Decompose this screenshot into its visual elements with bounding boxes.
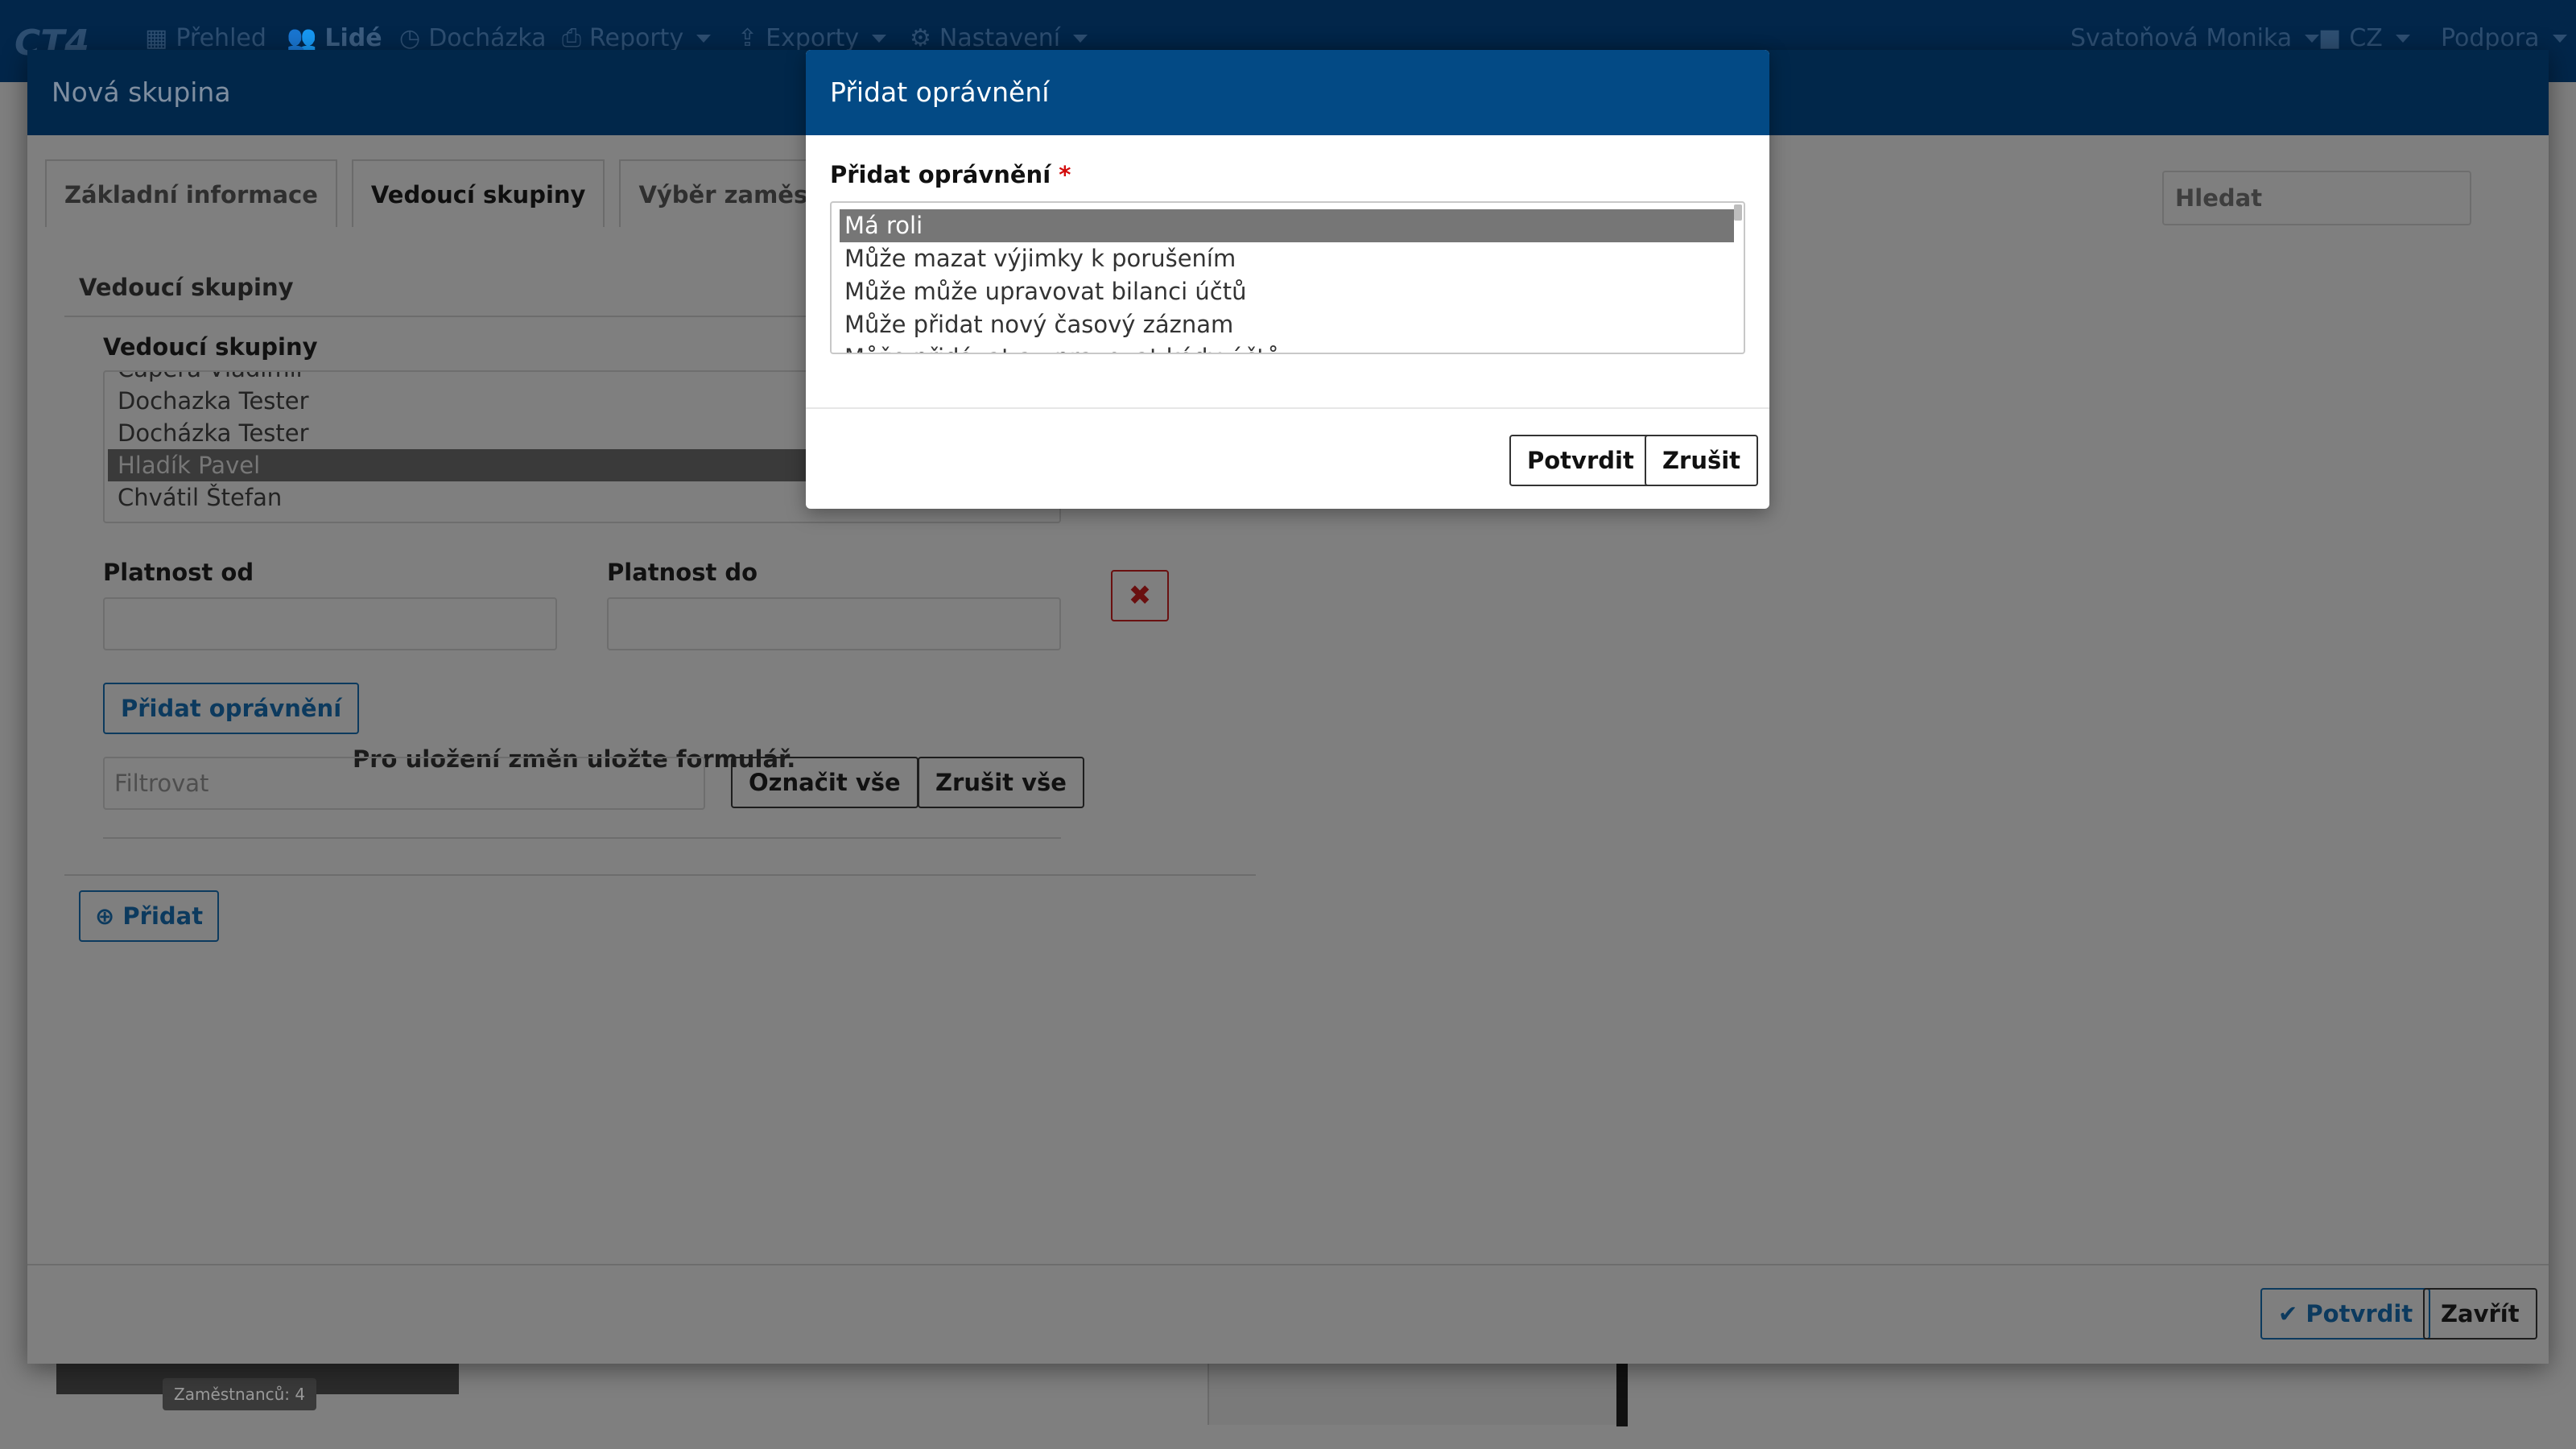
caret-down-icon — [2552, 34, 2567, 43]
clear-all-button[interactable]: Zrušit vše — [918, 757, 1084, 808]
users-icon: 👥 — [287, 24, 317, 52]
permission-option[interactable]: Může mazat výjimky k porušením — [832, 242, 1744, 275]
permission-option[interactable]: Může přidávat a upravovat kódy účtů — [832, 341, 1744, 353]
confirm-button-label: Potvrdit — [2306, 1300, 2413, 1327]
valid-to-label: Platnost do — [607, 559, 758, 586]
permission-field-label-text: Přidat oprávnění — [830, 161, 1051, 188]
flag-icon: ■ — [2318, 24, 2342, 52]
tab-group-leaders[interactable]: Vedoucí skupiny — [351, 159, 605, 227]
divider — [103, 837, 1061, 839]
nav-item-label: Reporty — [589, 24, 684, 52]
section-title: Vedoucí skupiny — [79, 274, 294, 301]
caret-down-icon — [1073, 34, 1088, 43]
export-icon: ⇪ — [737, 24, 758, 52]
required-mark: * — [1059, 161, 1071, 188]
add-permission-modal: Přidat oprávnění Přidat oprávnění * Má r… — [806, 50, 1769, 509]
caret-down-icon — [696, 34, 712, 43]
support-label: Podpora — [2441, 24, 2540, 52]
search-input[interactable]: Hledat — [2162, 171, 2471, 225]
background-divider — [1616, 1362, 1628, 1426]
leaders-list-label: Vedoucí skupiny — [103, 333, 318, 361]
valid-from-label: Platnost od — [103, 559, 254, 586]
nav-item-lide[interactable]: 👥 Lidé — [287, 24, 382, 52]
nav-item-label: Lidé — [324, 24, 382, 52]
permission-option[interactable]: Může přidat nový časový záznam — [832, 308, 1744, 341]
grid-icon: ▦ — [145, 24, 168, 52]
caret-down-icon — [2395, 34, 2410, 43]
support-menu[interactable]: Podpora — [2441, 24, 2567, 52]
divider — [64, 874, 1256, 876]
cancel-button[interactable]: Zrušit — [1645, 435, 1759, 486]
user-menu[interactable]: Svatoňová Monika — [2070, 24, 2320, 52]
background-panel — [1208, 1362, 1618, 1425]
add-button-label: Přidat — [122, 902, 204, 930]
nav-item-nastaveni[interactable]: ⚙ Nastavení — [910, 24, 1088, 52]
nav-item-label: Docházka — [428, 24, 547, 52]
plus-circle-icon: ⊕ — [95, 902, 115, 930]
user-name: Svatoňová Monika — [2070, 24, 2293, 52]
nav-item-dochazka[interactable]: ◷ Docházka — [399, 24, 547, 52]
footer-divider — [27, 1264, 2549, 1265]
nav-item-reporty[interactable]: ⎙ Reporty — [562, 24, 712, 52]
permission-option-selected[interactable]: Má roli — [840, 209, 1734, 242]
add-button[interactable]: ⊕ Přidat — [79, 890, 220, 942]
nav-item-label: Exporty — [766, 24, 860, 52]
close-button[interactable]: Zavřít — [2423, 1288, 2537, 1340]
confirm-button[interactable]: ✔ Potvrdit — [2260, 1288, 2431, 1340]
scrollbar[interactable] — [1734, 204, 1742, 221]
remove-leader-button[interactable]: ✖ — [1111, 570, 1169, 621]
caret-down-icon — [2305, 34, 2320, 43]
permission-option[interactable]: Může může upravovat bilanci účtů — [832, 275, 1744, 308]
nav-item-exporty[interactable]: ⇪ Exporty — [737, 24, 887, 52]
nav-item-label: Přehled — [175, 24, 266, 52]
gear-icon: ⚙ — [910, 24, 931, 52]
check-circle-icon: ✔ — [2278, 1300, 2298, 1327]
close-icon: ✖ — [1128, 580, 1152, 612]
tab-basic-info[interactable]: Základní informace — [45, 159, 337, 227]
nav-item-label: Nastavení — [939, 24, 1061, 52]
permission-field-label: Přidat oprávnění * — [830, 161, 1071, 188]
caret-down-icon — [872, 34, 887, 43]
printer-icon: ⎙ — [562, 24, 581, 52]
clock-icon: ◷ — [399, 24, 421, 52]
confirm-button[interactable]: Potvrdit — [1509, 435, 1652, 486]
select-all-button[interactable]: Označit vše — [731, 757, 919, 808]
language-label: CZ — [2349, 24, 2383, 52]
employee-count-badge: Zaměstnanců: 4 — [163, 1378, 317, 1410]
permission-select[interactable]: Má roli Může mazat výjimky k porušením M… — [830, 201, 1745, 354]
language-menu[interactable]: ■ CZ — [2318, 24, 2410, 52]
modal-title: Přidat oprávnění — [806, 50, 1769, 135]
modal-footer-divider — [806, 407, 1769, 409]
tab-bar: Základní informace Vedoucí skupiny Výběr… — [45, 159, 918, 227]
nav-item-prehled[interactable]: ▦ Přehled — [145, 24, 266, 52]
valid-from-input[interactable] — [103, 597, 557, 650]
add-permission-button[interactable]: Přidat oprávnění — [103, 683, 360, 734]
filter-input[interactable]: Filtrovat — [103, 757, 705, 810]
valid-to-input[interactable] — [607, 597, 1061, 650]
